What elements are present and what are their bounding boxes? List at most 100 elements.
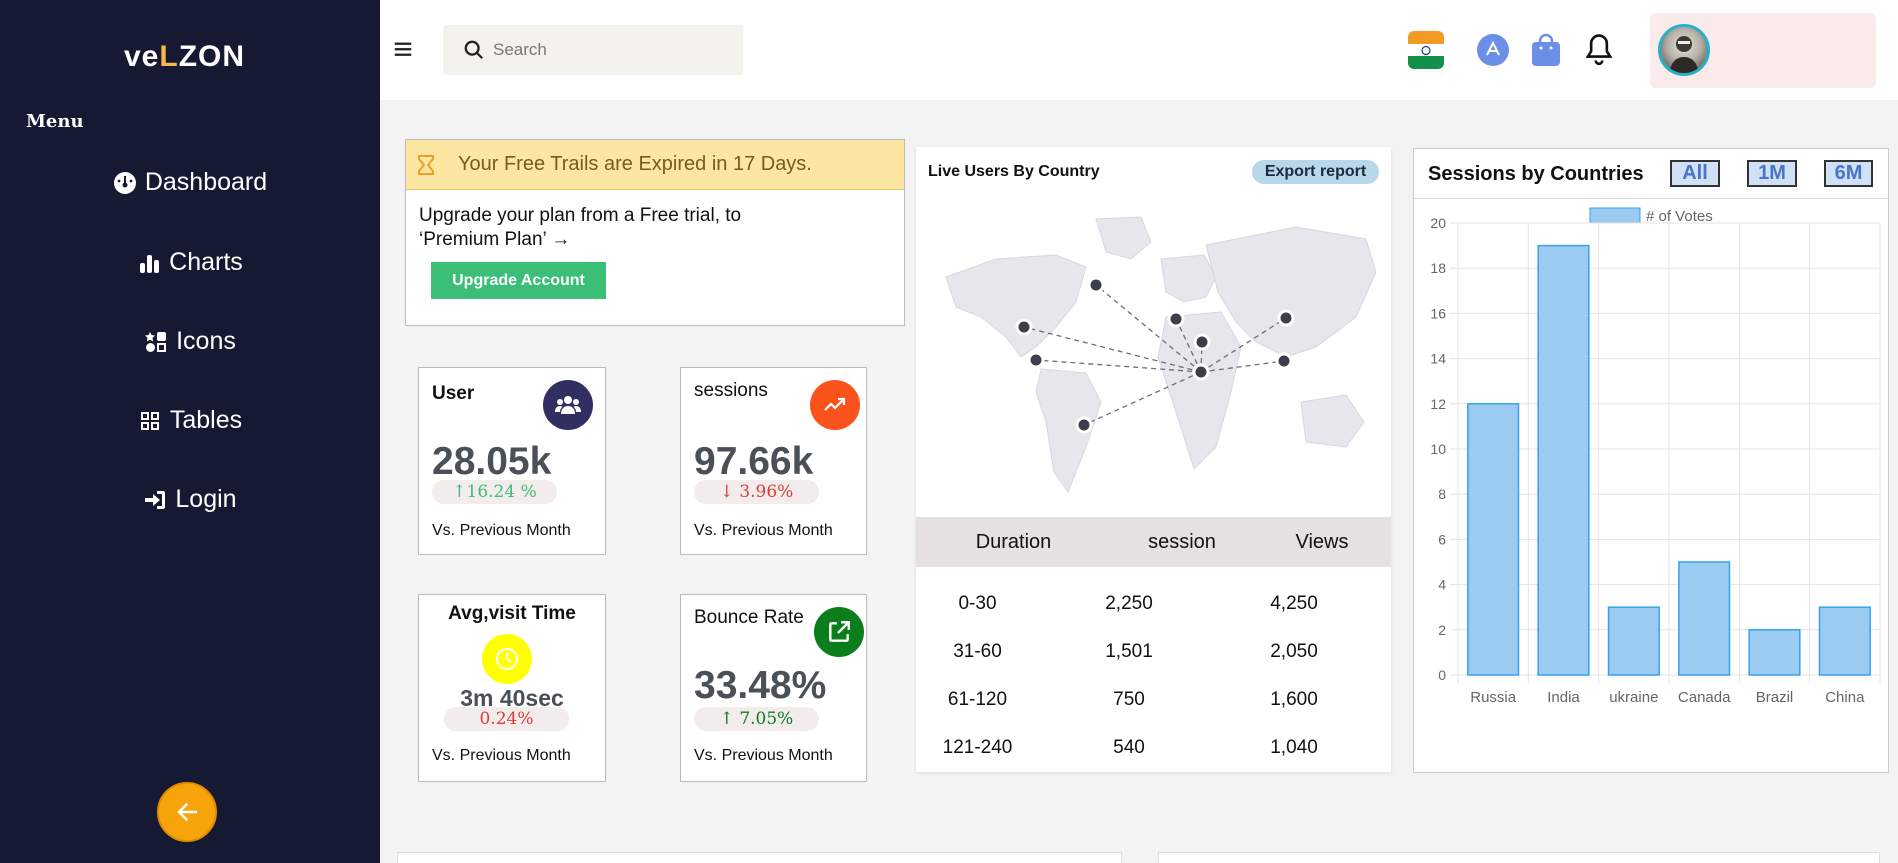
menu-title: Menu bbox=[26, 111, 84, 132]
x-tick-label: Russia bbox=[1470, 689, 1517, 706]
greenland-shape bbox=[1095, 216, 1152, 260]
location-marker[interactable] bbox=[1192, 363, 1210, 381]
stat-change-badge: ↑16.24 % bbox=[432, 480, 557, 504]
search-input[interactable] bbox=[493, 40, 733, 60]
language-flag-button[interactable] bbox=[1408, 31, 1444, 69]
stat-value: 28.05k bbox=[432, 440, 552, 483]
x-tick-label: Brazil bbox=[1756, 689, 1794, 706]
bar[interactable] bbox=[1748, 629, 1801, 676]
stat-card-bounce-rate: Bounce Rate 33.48% ↑ 7.05% Vs. Previous … bbox=[680, 594, 867, 782]
stat-card-user: User 28.05k ↑16.24 % Vs. Previous Month bbox=[418, 367, 606, 555]
cart-button[interactable] bbox=[1530, 33, 1562, 72]
trial-card: Your Free Trails are Expired in 17 Days.… bbox=[405, 139, 905, 326]
legend-swatch[interactable] bbox=[1589, 207, 1641, 224]
live-users-title: Live Users By Country bbox=[928, 163, 1100, 180]
bar[interactable] bbox=[1537, 244, 1590, 676]
sessions-header: Sessions by Countries All 1M 6M bbox=[1414, 149, 1888, 199]
export-report-button[interactable]: Export report bbox=[1252, 160, 1379, 184]
x-tick-label: ukraine bbox=[1609, 689, 1658, 706]
south-america-shape bbox=[1035, 368, 1102, 494]
table-cell: 4,250 bbox=[1270, 593, 1318, 614]
table-cell: 2,050 bbox=[1270, 641, 1318, 662]
north-america-shape bbox=[945, 254, 1087, 358]
stat-change-badge: ↑ 7.05% bbox=[694, 707, 819, 731]
login-icon bbox=[145, 490, 166, 509]
legend-label: # of Votes bbox=[1646, 208, 1713, 225]
bar[interactable] bbox=[1607, 606, 1660, 676]
arrow-up-icon: ↑ bbox=[452, 482, 467, 502]
dashboard-icon bbox=[113, 171, 136, 194]
y-tick-label: 14 bbox=[1430, 351, 1446, 367]
logo-text: veLZON bbox=[124, 40, 246, 73]
table-cell: 1,600 bbox=[1270, 689, 1318, 710]
y-tick-label: 10 bbox=[1430, 441, 1446, 457]
trial-line-1: Upgrade your plan from a Free trial, to bbox=[419, 205, 742, 226]
upgrade-account-button[interactable]: Upgrade Account bbox=[431, 262, 606, 299]
location-marker[interactable] bbox=[1167, 310, 1185, 328]
sidebar-item-label: Tables bbox=[169, 406, 243, 434]
sidebar-item-login[interactable]: Login bbox=[0, 485, 380, 514]
europe-shape bbox=[1160, 254, 1217, 303]
stat-footer: Vs. Previous Month bbox=[432, 747, 571, 764]
table-cell: 540 bbox=[1113, 737, 1145, 758]
stat-change: 7.05% bbox=[739, 709, 794, 729]
sidebar: veLZON Menu Dashboard Charts Icons Table… bbox=[0, 0, 380, 863]
search-box bbox=[443, 25, 743, 75]
column-header: session bbox=[1148, 530, 1216, 553]
bar[interactable] bbox=[1818, 606, 1871, 676]
notifications-button[interactable] bbox=[1583, 33, 1615, 72]
sidebar-item-tables[interactable]: Tables bbox=[0, 406, 380, 435]
y-tick-label: 6 bbox=[1438, 531, 1446, 547]
location-marker[interactable] bbox=[1015, 318, 1033, 336]
apps-button[interactable] bbox=[1476, 33, 1510, 72]
menu-toggle-button[interactable] bbox=[392, 38, 414, 65]
tab-1m[interactable]: 1M bbox=[1747, 160, 1797, 187]
stat-card-avg-visit: Avg,visit Time 3m 40sec 0.24% Vs. Previo… bbox=[418, 594, 606, 782]
location-marker[interactable] bbox=[1277, 309, 1295, 327]
arrow-left-icon bbox=[177, 802, 197, 822]
arrow-down-icon: ↓ bbox=[719, 482, 740, 502]
user-photo-icon bbox=[1670, 36, 1698, 73]
bar[interactable] bbox=[1678, 561, 1731, 676]
location-marker[interactable] bbox=[1075, 416, 1093, 434]
stat-change-badge: ↓ 3.96% bbox=[694, 480, 819, 504]
bar-chart-icon bbox=[140, 254, 160, 273]
tab-all[interactable]: All bbox=[1670, 160, 1720, 187]
location-marker[interactable] bbox=[1193, 333, 1211, 351]
sidebar-item-dashboard[interactable]: Dashboard bbox=[0, 168, 380, 197]
table-row: 61-120 750 1,600 bbox=[916, 689, 1391, 711]
table-cell: 0-30 bbox=[958, 593, 997, 614]
stat-footer: Vs. Previous Month bbox=[694, 747, 833, 764]
arrow-right-icon: → bbox=[551, 229, 571, 250]
y-tick-label: 18 bbox=[1430, 260, 1446, 276]
y-tick-label: 0 bbox=[1438, 667, 1446, 683]
stat-card-sessions: sessions 97.66k ↓ 3.96% Vs. Previous Mon… bbox=[680, 367, 867, 555]
location-marker[interactable] bbox=[1027, 351, 1045, 369]
column-header: Duration bbox=[975, 530, 1052, 553]
bottom-card-left bbox=[397, 852, 1122, 863]
clock-icon bbox=[482, 634, 532, 684]
table-row: 31-60 1,501 2,050 bbox=[916, 641, 1391, 663]
user-profile-button[interactable] bbox=[1650, 13, 1876, 88]
stat-value: 97.66k bbox=[694, 440, 814, 483]
sidebar-item-charts[interactable]: Charts bbox=[0, 248, 380, 277]
bar[interactable] bbox=[1467, 403, 1520, 676]
search-icon bbox=[464, 40, 484, 60]
tab-6m[interactable]: 6M bbox=[1824, 160, 1873, 187]
trending-up-icon bbox=[810, 380, 860, 430]
users-icon bbox=[543, 380, 593, 430]
trial-banner-text: Your Free Trails are Expired in 17 Days. bbox=[458, 153, 812, 175]
stat-label: Avg,visit Time bbox=[448, 603, 576, 624]
table-cell: 31-60 bbox=[953, 641, 1002, 662]
sidebar-item-label: Login bbox=[175, 485, 237, 513]
brand-logo[interactable]: veLZON bbox=[124, 40, 245, 74]
sidebar-item-label: Charts bbox=[169, 248, 243, 276]
world-map bbox=[945, 216, 1376, 494]
collapse-sidebar-button[interactable] bbox=[157, 782, 217, 842]
y-tick-label: 20 bbox=[1430, 215, 1446, 231]
stat-footer: Vs. Previous Month bbox=[694, 522, 833, 539]
sidebar-item-icons[interactable]: Icons bbox=[0, 327, 380, 356]
location-marker[interactable] bbox=[1275, 352, 1293, 370]
avatar bbox=[1658, 24, 1710, 76]
location-marker[interactable] bbox=[1087, 276, 1105, 294]
